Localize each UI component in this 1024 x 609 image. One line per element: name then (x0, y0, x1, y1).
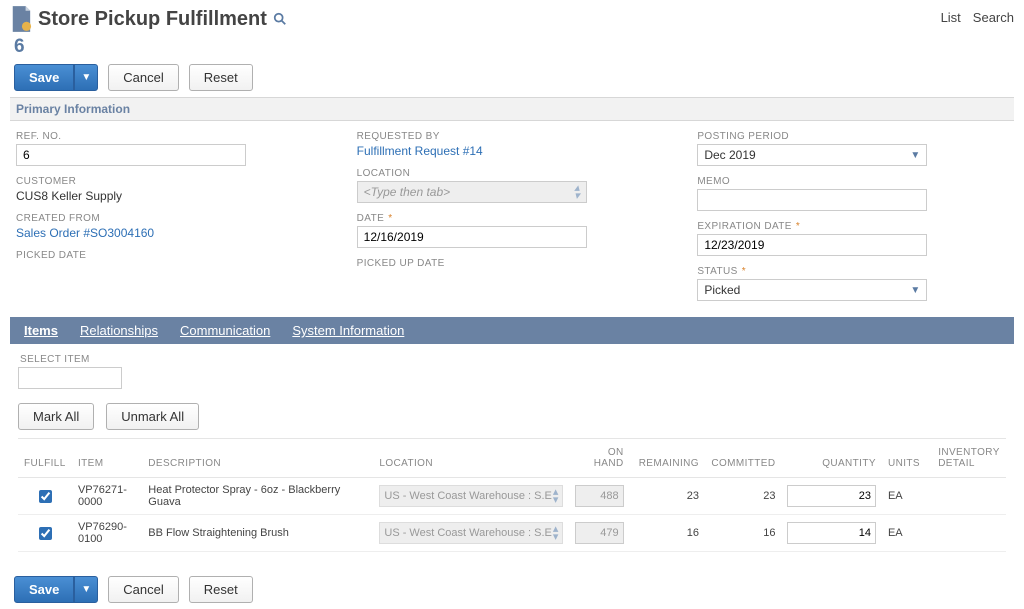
tab-communication[interactable]: Communication (180, 323, 270, 338)
chevron-down-icon: ▼ (910, 150, 920, 161)
list-link[interactable]: List (941, 10, 961, 25)
unmark-all-button[interactable]: Unmark All (106, 403, 199, 430)
quantity-input[interactable] (787, 485, 875, 507)
primary-information-header: Primary Information (10, 97, 1014, 121)
committed-value: 16 (705, 515, 782, 552)
onhand-input (575, 522, 623, 544)
chevron-updown-icon: ▴▾ (553, 488, 559, 504)
cancel-button[interactable]: Cancel (108, 64, 178, 91)
items-table: FULFILL ITEM DESCRIPTION LOCATION ON HAN… (18, 439, 1006, 552)
mark-all-button[interactable]: Mark All (18, 403, 94, 430)
requested-by-link[interactable]: Fulfillment Request #14 (357, 144, 668, 158)
fulfill-checkbox[interactable] (39, 527, 52, 540)
committed-value: 23 (705, 478, 782, 515)
units-value: EA (882, 478, 932, 515)
created-from-link[interactable]: Sales Order #SO3004160 (16, 226, 327, 240)
chevron-down-icon: ▼ (910, 285, 920, 296)
tab-system-information[interactable]: System Information (292, 323, 404, 338)
search-icon[interactable] (273, 12, 287, 26)
save-dropdown-button-bottom[interactable]: ▼ (74, 576, 98, 603)
col-onhand: ON HAND (569, 439, 629, 478)
item-description: BB Flow Straightening Brush (142, 515, 373, 552)
document-icon (10, 6, 32, 32)
remaining-value: 23 (630, 478, 705, 515)
reset-button[interactable]: Reset (189, 64, 253, 91)
reset-button-bottom[interactable]: Reset (189, 576, 253, 603)
quantity-input[interactable] (787, 522, 875, 544)
col-units: UNITS (882, 439, 932, 478)
picked-date-label: PICKED DATE (16, 250, 327, 261)
inventory-detail-cell (932, 515, 1006, 552)
tab-relationships[interactable]: Relationships (80, 323, 158, 338)
customer-value: CUS8 Keller Supply (16, 189, 327, 203)
location-select[interactable]: <Type then tab> ▴▾ (357, 181, 587, 203)
col-fulfill: FULFILL (18, 439, 72, 478)
ref-no-label: REF. NO. (16, 131, 327, 142)
page-title: Store Pickup Fulfillment (38, 8, 267, 31)
fulfill-checkbox[interactable] (39, 490, 52, 503)
picked-up-date-label: PICKED UP DATE (357, 258, 668, 269)
search-link[interactable]: Search (973, 10, 1014, 25)
posting-period-select[interactable]: Dec 2019 ▼ (697, 144, 927, 166)
requested-by-label: REQUESTED BY (357, 131, 668, 142)
units-value: EA (882, 515, 932, 552)
ref-no-input[interactable] (16, 144, 246, 166)
item-description: Heat Protector Spray - 6oz - Blackberry … (142, 478, 373, 515)
col-remaining: REMAINING (630, 439, 705, 478)
posting-period-label: POSTING PERIOD (697, 131, 1008, 142)
chevron-updown-icon: ▴▾ (574, 184, 580, 200)
col-inventory-detail: INVENTORY DETAIL (932, 439, 1006, 478)
col-location: LOCATION (373, 439, 569, 478)
item-code: VP76290-0100 (72, 515, 142, 552)
date-label: DATE (357, 213, 385, 224)
item-location-select[interactable]: US - West Coast Warehouse : S.E▴▾ (379, 522, 563, 544)
expiration-date-label: EXPIRATION DATE (697, 221, 792, 232)
item-location-select[interactable]: US - West Coast Warehouse : S.E▴▾ (379, 485, 563, 507)
created-from-label: CREATED FROM (16, 213, 327, 224)
save-button[interactable]: Save (14, 64, 74, 91)
save-button-bottom[interactable]: Save (14, 576, 74, 603)
select-item-input[interactable] (18, 367, 122, 389)
table-row: VP76271-0000Heat Protector Spray - 6oz -… (18, 478, 1006, 515)
status-label: STATUS (697, 266, 737, 277)
remaining-value: 16 (630, 515, 705, 552)
item-code: VP76271-0000 (72, 478, 142, 515)
memo-label: MEMO (697, 176, 1008, 187)
col-description: DESCRIPTION (142, 439, 373, 478)
location-label: LOCATION (357, 168, 668, 179)
inventory-detail-cell (932, 478, 1006, 515)
col-committed: COMMITTED (705, 439, 782, 478)
status-select[interactable]: Picked ▼ (697, 279, 927, 301)
select-item-label: SELECT ITEM (20, 354, 1006, 365)
date-input[interactable] (357, 226, 587, 248)
cancel-button-bottom[interactable]: Cancel (108, 576, 178, 603)
col-item: ITEM (72, 439, 142, 478)
record-id: 6 (14, 36, 1014, 58)
onhand-input (575, 485, 623, 507)
memo-input[interactable] (697, 189, 927, 211)
chevron-updown-icon: ▴▾ (553, 525, 559, 541)
expiration-date-input[interactable] (697, 234, 927, 256)
customer-label: CUSTOMER (16, 176, 327, 187)
save-dropdown-button[interactable]: ▼ (74, 64, 98, 91)
col-quantity: QUANTITY (781, 439, 881, 478)
tab-items[interactable]: Items (24, 323, 58, 338)
table-row: VP76290-0100BB Flow Straightening Brush U… (18, 515, 1006, 552)
